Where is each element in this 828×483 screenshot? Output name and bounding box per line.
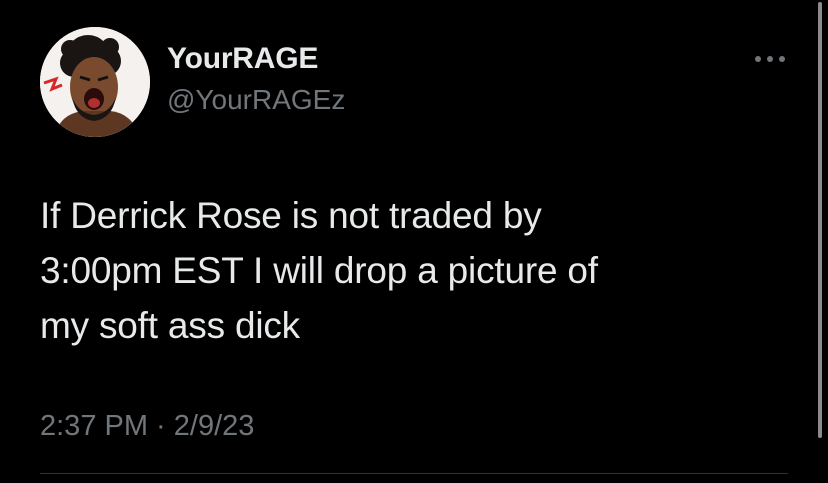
avatar[interactable] xyxy=(40,27,150,137)
tweet-text: If Derrick Rose is not traded by 3:00pm … xyxy=(40,195,598,346)
divider xyxy=(40,473,788,474)
scrollbar[interactable] xyxy=(818,2,822,438)
more-options-icon xyxy=(755,56,785,62)
tweet-timestamp[interactable]: 2:37 PM · 2/9/23 xyxy=(40,410,254,443)
cartoon-avatar-icon xyxy=(40,27,150,137)
display-name[interactable]: YourRAGE xyxy=(167,42,318,76)
user-handle[interactable]: @YourRAGEz xyxy=(167,84,345,116)
tweet: YourRAGE @YourRAGEz If Derrick Rose is n… xyxy=(0,0,828,483)
more-options-button[interactable] xyxy=(750,44,790,74)
